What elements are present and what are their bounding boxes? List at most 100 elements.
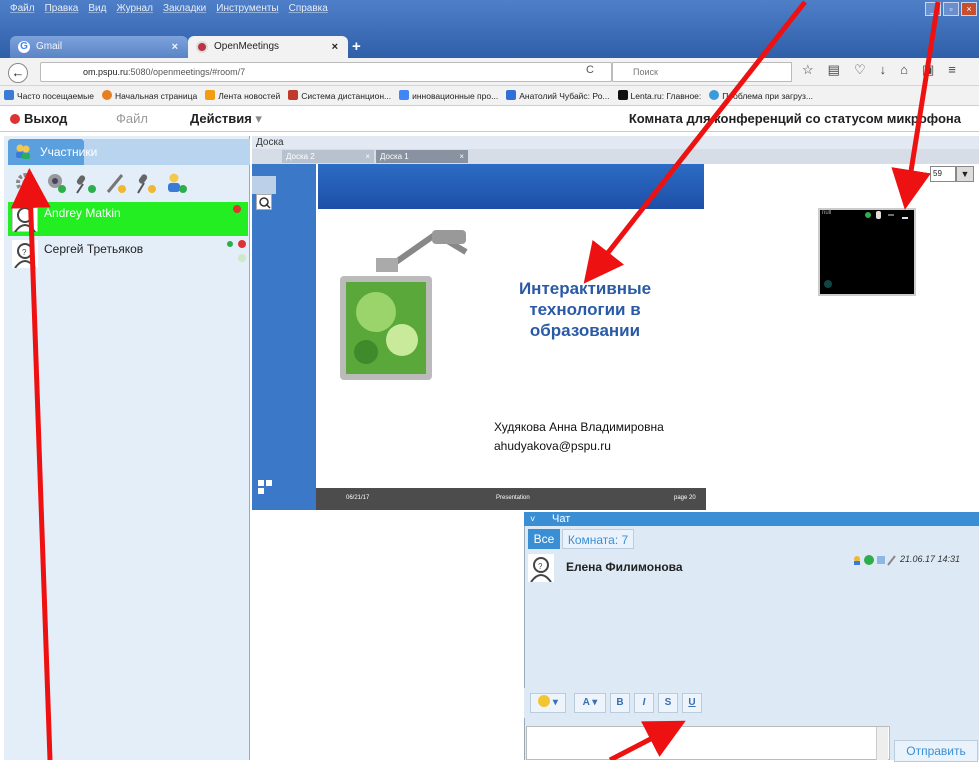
search-placeholder: Поиск [633, 67, 658, 77]
status-icon [233, 205, 241, 213]
message-time: 21.06.17 14:31 [900, 554, 961, 564]
slide-logo [258, 480, 278, 494]
message-author: Елена Филимонова [566, 560, 683, 574]
video-status-dot [824, 280, 832, 288]
tab-whiteboard-2[interactable]: Доска 2 × [282, 150, 374, 163]
url-host: om.pspu.ru [83, 67, 129, 77]
avatar: ? [12, 240, 38, 268]
whiteboard-header: Доска [252, 136, 979, 149]
tab-whiteboard-1[interactable]: Доска 1 × [376, 150, 468, 163]
gear-icon[interactable] [14, 171, 38, 195]
collapse-icon: ˅ [530, 514, 536, 524]
bookmark-item[interactable]: Часто посещаемые [4, 86, 94, 105]
strike-button[interactable]: S [658, 693, 678, 713]
participants-header-strip [84, 139, 250, 165]
reload-icon[interactable]: C [586, 64, 594, 76]
chat-header[interactable]: ˅ Чат [524, 512, 979, 526]
svg-text:?: ? [538, 562, 543, 571]
reading-list-icon[interactable]: ▤ [828, 62, 840, 78]
tab-chat-room[interactable]: Комната: 7 [562, 529, 634, 549]
chat-message-input[interactable] [526, 726, 890, 760]
menu-edit[interactable]: Правка [45, 0, 79, 18]
menu-file[interactable]: Файл [10, 0, 35, 18]
menu-tools[interactable]: Инструменты [216, 0, 278, 18]
bookmark-item[interactable]: Лента новостей [205, 86, 280, 105]
tab-chat-all[interactable]: Все [528, 529, 560, 549]
avatar: ? [528, 554, 554, 582]
close-window-button[interactable]: × [961, 2, 977, 16]
user-status-icons [227, 240, 246, 262]
italic-button[interactable]: I [634, 693, 654, 713]
avatar [12, 204, 38, 232]
window-controls: _ ▫ × [925, 2, 977, 16]
url-path: :5080/openmeetings/#room/7 [128, 67, 246, 77]
menu-help[interactable]: Справка [289, 0, 328, 18]
svg-text:?: ? [22, 248, 27, 257]
users-icon [16, 144, 30, 159]
tab-gmail[interactable]: G Gmail × [10, 36, 188, 58]
bookmark-item[interactable]: Анатолий Чубайс: Ро... [506, 86, 610, 105]
user-name: Andrey Matkin [44, 206, 121, 220]
home-icon[interactable]: ⌂ [900, 62, 908, 78]
bookmark-item[interactable]: Начальная страница [101, 86, 197, 105]
maximize-button[interactable]: ▫ [943, 2, 959, 16]
download-icon[interactable]: ↓ [880, 62, 887, 78]
pointer-tool[interactable] [256, 194, 272, 210]
underline-button[interactable]: U [682, 693, 702, 713]
close-tab-icon[interactable]: × [332, 36, 338, 58]
minimize-button[interactable]: _ [925, 2, 941, 16]
video-controls[interactable] [862, 210, 914, 220]
exit-button[interactable]: Выход [10, 111, 67, 126]
tab-openmeetings-label: OpenMeetings [214, 41, 280, 52]
microphone-add-icon[interactable] [74, 171, 98, 195]
search-input[interactable]: Поиск [612, 62, 792, 82]
slide-title: Интерактивные технологии в образовании [518, 279, 652, 340]
tab-gmail-label: Gmail [36, 41, 63, 52]
chat-input-scrollbar[interactable] [876, 727, 888, 760]
file-menu[interactable]: Файл [116, 111, 148, 126]
google-icon: G [18, 41, 30, 53]
add-user-icon[interactable] [164, 171, 188, 195]
slide-side-band [252, 164, 316, 510]
bold-button[interactable]: B [610, 693, 630, 713]
actions-menu[interactable]: Действия ▾ [190, 111, 262, 127]
menu-history[interactable]: Журнал [116, 0, 153, 18]
back-button[interactable]: ← [8, 63, 28, 83]
bookmarks-bar: Часто посещаемые Начальная страница Лент… [0, 86, 979, 106]
slide-header-band [318, 164, 704, 209]
author-name: Худякова Анна Владимировна [494, 420, 664, 434]
video-window[interactable] [818, 208, 916, 296]
pencil-icon[interactable] [104, 171, 128, 195]
star-icon[interactable]: ☆ [802, 62, 814, 78]
browser-menubar: Файл Правка Вид Журнал Закладки Инструме… [0, 0, 600, 18]
room-title: Комната для конференций со статусом микр… [628, 111, 961, 126]
interactive-board-image [340, 230, 468, 380]
menu-view[interactable]: Вид [88, 0, 106, 18]
exit-icon [10, 114, 20, 124]
webcam-icon[interactable] [44, 171, 68, 195]
emoticon-button[interactable]: ▾ [530, 693, 566, 713]
page-number-field[interactable]: 59 [930, 166, 956, 182]
video-title: null [822, 210, 832, 216]
send-button[interactable]: Отправить [894, 740, 978, 762]
font-color-button[interactable]: A ▾ [574, 693, 606, 713]
bookmark-item[interactable]: инновационные про... [399, 86, 498, 105]
url-bar[interactable]: om.pspu.ru:5080/openmeetings/#room/7 [40, 62, 612, 82]
new-tab-button[interactable]: + [352, 38, 361, 55]
bookmark-item[interactable]: Lenta.ru: Главное: [617, 86, 701, 105]
page-select-arrow[interactable]: ▼ [956, 166, 974, 182]
bookmark-item[interactable]: Проблема при загруз... [709, 86, 813, 105]
pointer-icon [259, 197, 271, 209]
menu-icon[interactable]: ≡ [948, 62, 956, 78]
message-action-icons[interactable] [852, 554, 896, 566]
openmeetings-icon [196, 41, 208, 53]
pocket-icon[interactable]: ♡ [854, 62, 866, 78]
extension-icon[interactable]: ▣ [922, 62, 934, 78]
user-name: Сергей Третьяков [44, 242, 144, 256]
bookmark-item[interactable]: Система дистанцион... [288, 86, 391, 105]
menu-bookmarks[interactable]: Закладки [163, 0, 206, 18]
tab-openmeetings[interactable]: OpenMeetings × [188, 36, 348, 58]
microphone-star-icon[interactable] [134, 171, 158, 195]
close-tab-icon[interactable]: × [172, 36, 178, 58]
slide-author: Худякова Анна Владимировна ahudyakova@ps… [494, 418, 664, 456]
